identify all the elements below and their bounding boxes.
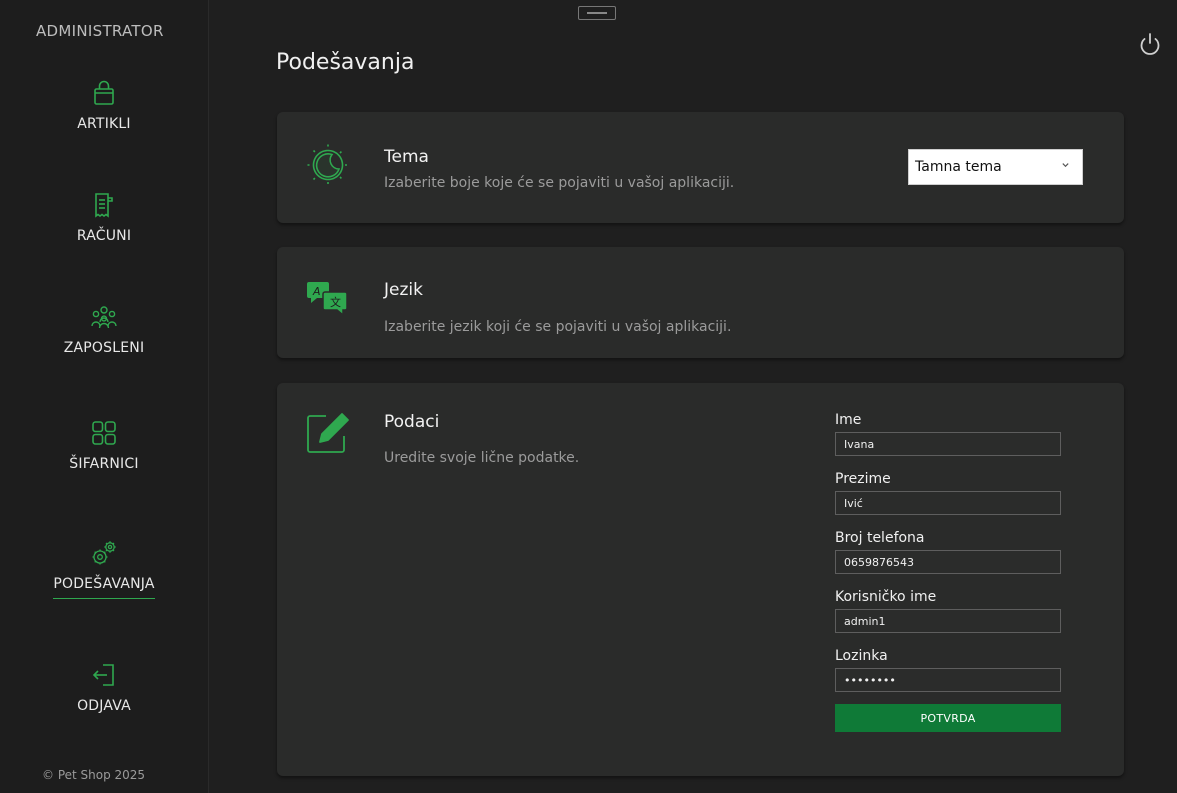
grid-icon — [92, 421, 116, 445]
language-description: Izaberite jezik koji će se pojaviti u va… — [384, 319, 732, 335]
language-card[interactable]: A 文 Jezik Izaberite jezik koji će se poj… — [277, 247, 1124, 358]
language-title: Jezik — [384, 280, 423, 300]
sidebar-item-zaposleni[interactable]: ZAPOSLENI — [0, 302, 208, 356]
sidebar-item-podesavanja[interactable]: PODEŠAVANJA — [0, 538, 208, 599]
sidebar-item-label: ODJAVA — [77, 698, 131, 714]
phone-label: Broj telefona — [835, 530, 925, 546]
logout-icon — [92, 664, 114, 686]
edit-icon — [307, 413, 349, 453]
sidebar-item-label: ŠIFARNICI — [69, 456, 139, 472]
first-name-input[interactable] — [835, 432, 1061, 456]
theme-title: Tema — [384, 147, 429, 167]
username-label: Korisničko ime — [835, 589, 937, 605]
username-input[interactable] — [835, 609, 1061, 633]
last-name-input[interactable] — [835, 491, 1061, 515]
translate-icon: A 文 — [307, 282, 348, 317]
svg-text:文: 文 — [330, 295, 341, 309]
window-drag-handle[interactable] — [578, 6, 616, 20]
theme-icon — [307, 144, 349, 186]
profile-form: Ime Prezime Broj telefona Korisničko ime… — [835, 411, 1063, 732]
confirm-button[interactable]: POTVRDA — [835, 704, 1061, 732]
sidebar: ADMINISTRATOR ARTIKLI RAČUNI ZAPOSLENI Š… — [0, 0, 209, 793]
users-icon — [91, 306, 117, 329]
page-title: Podešavanja — [276, 50, 415, 75]
gears-icon — [92, 541, 116, 565]
sidebar-item-label: PODEŠAVANJA — [53, 576, 155, 599]
power-icon[interactable] — [1136, 31, 1164, 59]
theme-card: Tema Izaberite boje koje će se pojaviti … — [277, 112, 1124, 223]
sidebar-item-label: RAČUNI — [76, 228, 132, 244]
chevron-down-icon — [1062, 163, 1069, 168]
profile-description: Uredite svoje lične podatke. — [384, 450, 580, 466]
sidebar-item-artikli[interactable]: ARTIKLI — [0, 78, 208, 132]
first-name-label: Ime — [835, 412, 862, 428]
theme-description: Izaberite boje koje će se pojaviti u vaš… — [384, 175, 735, 191]
phone-input[interactable] — [835, 550, 1061, 574]
password-input[interactable] — [835, 668, 1061, 692]
profile-card: Podaci Uredite svoje lične podatke. Ime … — [277, 383, 1124, 776]
sidebar-item-odjava[interactable]: ODJAVA — [0, 660, 208, 714]
receipt-icon — [95, 193, 113, 218]
svg-text:A: A — [312, 285, 321, 298]
theme-select-value: Tamna tema — [915, 159, 1002, 175]
sidebar-item-racuni[interactable]: RAČUNI — [0, 190, 208, 244]
sidebar-item-label: ZAPOSLENI — [63, 340, 145, 356]
password-label: Lozinka — [835, 648, 888, 664]
sidebar-item-label: ARTIKLI — [77, 116, 131, 132]
brand-title: ADMINISTRATOR — [36, 22, 164, 40]
sidebar-item-sifarnici[interactable]: ŠIFARNICI — [0, 418, 208, 472]
shopping-bag-icon — [94, 80, 114, 105]
last-name-label: Prezime — [835, 471, 891, 487]
copyright-footer: © Pet Shop 2025 — [42, 768, 146, 782]
theme-select[interactable]: Tamna tema — [908, 149, 1083, 185]
profile-title: Podaci — [384, 412, 440, 432]
